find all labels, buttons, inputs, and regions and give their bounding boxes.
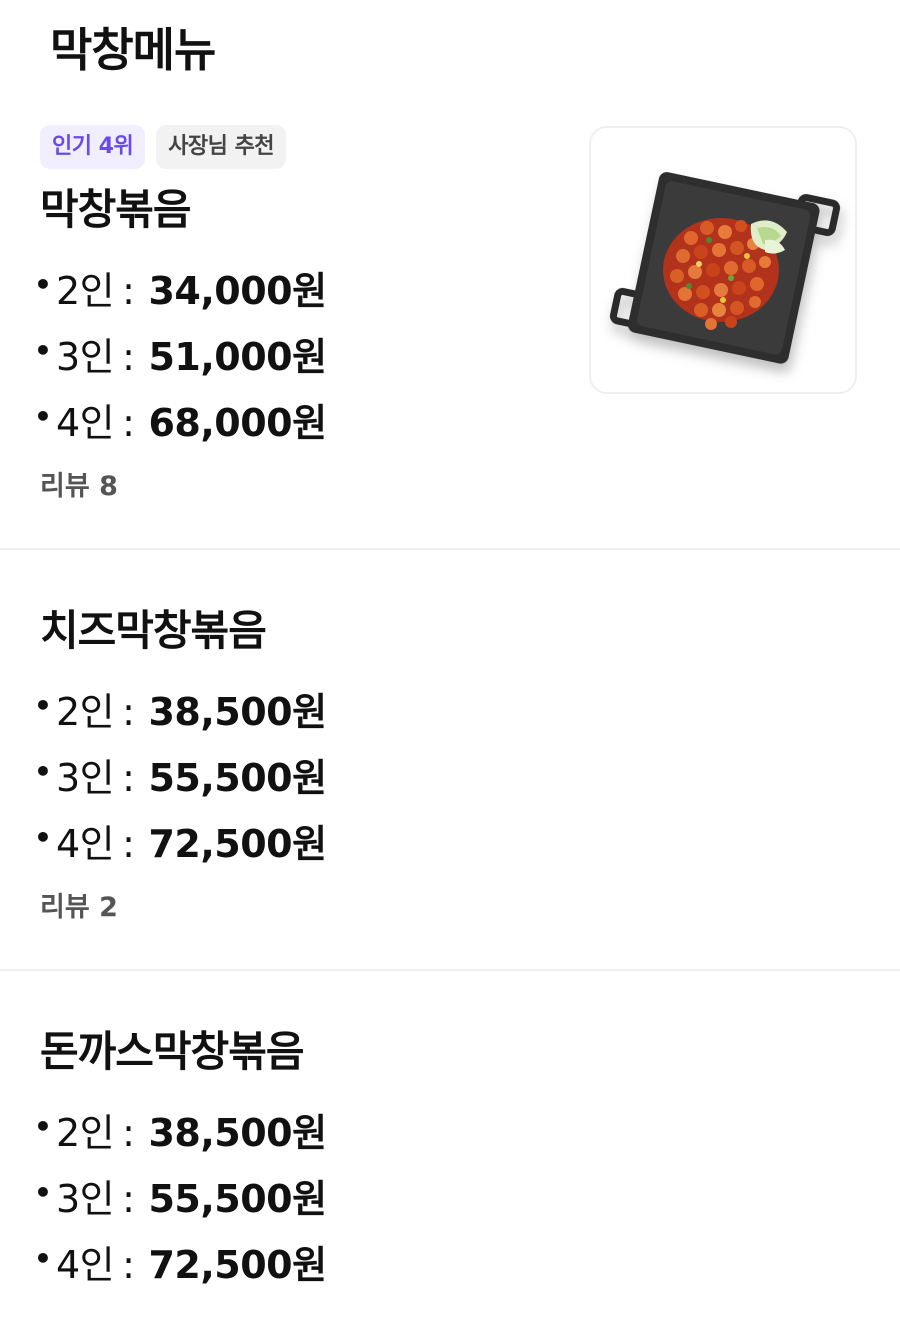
price-row: • 2인:38,500원 — [34, 679, 327, 745]
price-list: • 2인:38,500원 • 3인:55,500원 • 4인:72,500원 — [34, 1100, 327, 1298]
serving-size: 4인 — [56, 401, 115, 445]
price-row: • 4인:68,000원 — [34, 390, 327, 456]
price-value: 38,500원 — [148, 1111, 327, 1155]
serving-size: 4인 — [56, 822, 115, 866]
menu-item-name: 막창볶음 — [40, 185, 192, 234]
stir-fried-makchang-dish-icon — [609, 172, 841, 364]
review-count[interactable]: 리뷰 2 — [40, 890, 118, 926]
review-count[interactable]: 리뷰 8 — [40, 469, 118, 505]
serving-size: 2인 — [56, 690, 115, 734]
price-row: • 3인:55,500원 — [34, 1166, 327, 1232]
price-value: 55,500원 — [148, 756, 327, 800]
price-list: • 2인:38,500원 • 3인:55,500원 • 4인:72,500원 — [34, 679, 327, 877]
price-value: 51,000원 — [148, 335, 327, 379]
badge-group: 인기 4위 사장님 추천 — [40, 125, 287, 169]
menu-item-thumbnail[interactable] — [589, 126, 857, 394]
price-value: 72,500원 — [148, 1243, 327, 1287]
menu-page: 막창메뉴 인기 4위 사장님 추천 막창볶음 • 2인:34,000원 • 3인:5… — [0, 0, 900, 1327]
price-row: • 3인:55,500원 — [34, 745, 327, 811]
price-row: • 2인:34,000원 — [34, 258, 327, 324]
popularity-badge: 인기 4위 — [40, 125, 146, 169]
owner-recommend-badge: 사장님 추천 — [156, 125, 287, 169]
section-title: 막창메뉴 — [50, 23, 216, 77]
serving-size: 3인 — [56, 335, 115, 379]
price-row: • 4인:72,500원 — [34, 811, 327, 877]
menu-item-name: 돈까스막창볶음 — [40, 1027, 304, 1076]
serving-size: 3인 — [56, 1177, 115, 1221]
price-row: • 2인:38,500원 — [34, 1100, 327, 1166]
price-row: • 3인:51,000원 — [34, 324, 327, 390]
divider — [0, 969, 900, 971]
menu-item-name: 치즈막창볶음 — [40, 606, 267, 655]
price-value: 34,000원 — [148, 269, 327, 313]
serving-size: 3인 — [56, 756, 115, 800]
price-row: • 4인:72,500원 — [34, 1232, 327, 1298]
price-value: 55,500원 — [148, 1177, 327, 1221]
price-value: 72,500원 — [148, 822, 327, 866]
serving-size: 4인 — [56, 1243, 115, 1287]
price-list: • 2인:34,000원 • 3인:51,000원 • 4인:68,000원 — [34, 258, 327, 456]
price-value: 38,500원 — [148, 690, 327, 734]
serving-size: 2인 — [56, 269, 115, 313]
price-value: 68,000원 — [148, 401, 327, 445]
divider — [0, 548, 900, 550]
serving-size: 2인 — [56, 1111, 115, 1155]
